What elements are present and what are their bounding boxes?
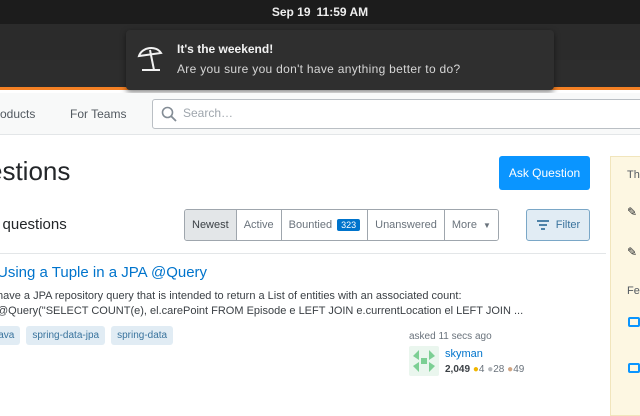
tab-label: Bountied bbox=[288, 219, 333, 231]
sidebar-heading: Th bbox=[627, 169, 640, 181]
beach-umbrella-icon bbox=[137, 47, 163, 71]
identicon-icon bbox=[413, 350, 435, 372]
tab-newest[interactable]: Newest bbox=[185, 210, 237, 240]
tag-spring-data-jpa[interactable]: spring-data-jpa bbox=[26, 326, 106, 345]
nav-for-teams-link[interactable]: For Teams bbox=[70, 107, 126, 121]
sidebar-widget: Th ✎ ✎ Fea bbox=[610, 156, 640, 416]
tab-label: Newest bbox=[192, 219, 229, 231]
page-title: estions bbox=[0, 156, 71, 186]
tab-label: Unanswered bbox=[375, 219, 437, 231]
bounty-count-badge: 323 bbox=[337, 219, 361, 231]
user-name-link[interactable]: skyman bbox=[445, 348, 483, 360]
notification-body: Are you sure you don't have anything bet… bbox=[177, 62, 461, 76]
excerpt-line: have a JPA repository query that is inte… bbox=[0, 290, 462, 302]
question-count: 7 questions bbox=[0, 216, 67, 233]
tab-active[interactable]: Active bbox=[236, 210, 282, 240]
reputation-score: 2,049 bbox=[445, 364, 471, 375]
divider bbox=[0, 253, 606, 254]
search-box[interactable] bbox=[152, 99, 640, 129]
question-title-link[interactable]: Using a Tuple in a JPA @Query bbox=[0, 264, 207, 281]
system-date: Sep 19 bbox=[271, 5, 311, 19]
filter-button[interactable]: Filter bbox=[526, 209, 590, 241]
tag-spring-data[interactable]: spring-data bbox=[111, 326, 174, 345]
excerpt-line: @Query("SELECT COUNT(e), el.carePoint FR… bbox=[0, 305, 524, 317]
asked-time: asked 11 secs ago bbox=[409, 331, 492, 342]
sidebar-heading: Fea bbox=[627, 285, 640, 297]
filter-icon bbox=[536, 220, 549, 230]
chat-icon bbox=[628, 363, 640, 373]
system-time: 11:59 AM bbox=[316, 5, 369, 19]
weekend-notification[interactable]: It's the weekend! Are you sure you don't… bbox=[126, 30, 554, 90]
pencil-icon: ✎ bbox=[627, 245, 638, 259]
gold-badge-count: 4 bbox=[478, 364, 485, 375]
chat-icon bbox=[628, 317, 640, 327]
sort-tabs: Newest Active Bountied 323 Unanswered Mor… bbox=[184, 209, 499, 241]
tag-java[interactable]: java bbox=[0, 326, 21, 345]
search-input[interactable] bbox=[183, 106, 623, 120]
tab-unanswered[interactable]: Unanswered bbox=[368, 210, 445, 240]
chevron-down-icon: ▼ bbox=[482, 220, 491, 230]
search-icon bbox=[161, 106, 177, 122]
silver-badge-count: 28 bbox=[493, 364, 505, 375]
tab-label: Active bbox=[243, 219, 274, 231]
filter-label: Filter bbox=[555, 219, 581, 231]
nav-products-link[interactable]: roducts bbox=[0, 107, 35, 121]
system-top-bar: Sep 19 11:59 AM bbox=[0, 0, 640, 24]
pencil-icon: ✎ bbox=[627, 205, 638, 219]
bronze-badge-count: 49 bbox=[513, 364, 525, 375]
tab-bountied[interactable]: Bountied 323 bbox=[281, 210, 369, 240]
site-header: roducts For Teams bbox=[0, 93, 640, 135]
notification-title: It's the weekend! bbox=[177, 42, 274, 56]
question-tags: java spring-data-jpa spring-data bbox=[0, 326, 179, 345]
tab-more[interactable]: More ▼ bbox=[444, 210, 498, 240]
tab-label: More bbox=[451, 219, 477, 231]
question-excerpt: have a JPA repository query that is inte… bbox=[0, 289, 597, 319]
avatar[interactable] bbox=[409, 346, 439, 376]
ask-question-button[interactable]: Ask Question bbox=[499, 156, 590, 190]
user-reputation: 2,049 ●4 ●28 ●49 bbox=[445, 364, 524, 375]
